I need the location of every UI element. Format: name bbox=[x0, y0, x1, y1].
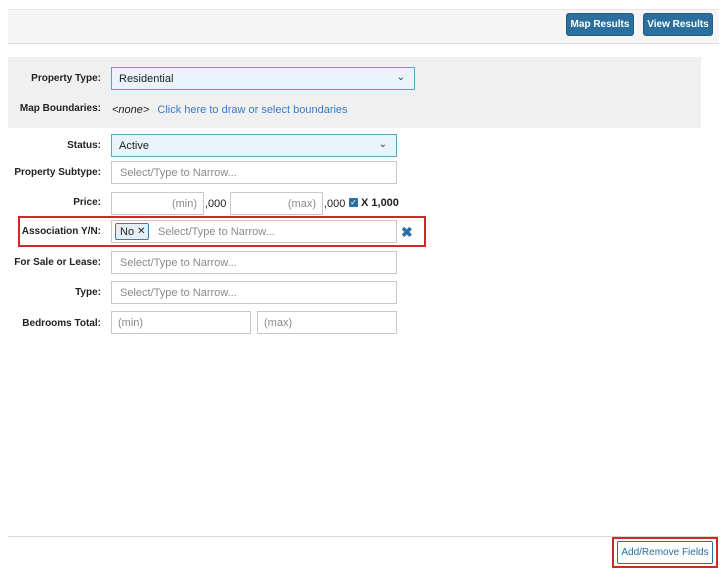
bedrooms-total-label: Bedrooms Total: bbox=[22, 318, 101, 329]
association-label: Association Y/N: bbox=[21, 226, 101, 237]
price-min-input[interactable]: (min) bbox=[111, 192, 204, 215]
association-chip[interactable]: No ✕ bbox=[115, 223, 149, 240]
clear-selection-icon[interactable]: ✖ bbox=[401, 225, 413, 239]
price-max-input[interactable]: (max) bbox=[230, 192, 323, 215]
map-results-button[interactable]: Map Results bbox=[566, 13, 634, 36]
chip-remove-icon[interactable]: ✕ bbox=[137, 226, 145, 237]
type-placeholder: Select/Type to Narrow... bbox=[120, 286, 237, 299]
multiplier-label: X 1,000 bbox=[361, 197, 399, 209]
status-label: Status: bbox=[67, 140, 101, 151]
for-sale-or-lease-label: For Sale or Lease: bbox=[14, 257, 101, 268]
multiplier-checkbox[interactable]: ✓ bbox=[349, 198, 358, 207]
draw-boundaries-link[interactable]: Click here to draw or select boundaries bbox=[157, 104, 347, 116]
association-chip-label: No bbox=[120, 225, 135, 238]
bedrooms-min-input[interactable]: (min) bbox=[111, 311, 251, 334]
bedrooms-max-placeholder: (max) bbox=[264, 316, 293, 329]
property-subtype-placeholder: Select/Type to Narrow... bbox=[120, 166, 237, 179]
status-select[interactable]: Active ⌄ bbox=[111, 134, 397, 157]
status-value: Active bbox=[119, 139, 149, 152]
chevron-down-icon: ⌄ bbox=[396, 72, 405, 83]
property-type-select[interactable]: Residential ⌄ bbox=[111, 67, 415, 90]
price-label: Price: bbox=[73, 197, 101, 208]
for-sale-or-lease-placeholder: Select/Type to Narrow... bbox=[120, 256, 237, 269]
map-boundaries-row: <none> Click here to draw or select boun… bbox=[112, 104, 348, 116]
property-subtype-input[interactable]: Select/Type to Narrow... bbox=[111, 161, 397, 184]
price-min-placeholder: (min) bbox=[171, 197, 197, 210]
for-sale-or-lease-input[interactable]: Select/Type to Narrow... bbox=[111, 251, 397, 274]
price-min-suffix: ,000 bbox=[205, 198, 227, 210]
price-max-placeholder: (max) bbox=[287, 197, 316, 210]
add-remove-fields-button[interactable]: Add/Remove Fields bbox=[617, 541, 713, 564]
bedrooms-max-input[interactable]: (max) bbox=[257, 311, 397, 334]
property-type-value: Residential bbox=[119, 72, 174, 85]
map-boundaries-value: <none> bbox=[112, 104, 150, 116]
view-results-button[interactable]: View Results bbox=[643, 13, 713, 36]
association-placeholder: Select/Type to Narrow... bbox=[158, 225, 275, 238]
property-type-label: Property Type: bbox=[31, 73, 101, 84]
property-subtype-label: Property Subtype: bbox=[14, 167, 101, 178]
type-label: Type: bbox=[75, 287, 101, 298]
association-input[interactable]: Select/Type to Narrow... bbox=[111, 220, 397, 243]
type-input[interactable]: Select/Type to Narrow... bbox=[111, 281, 397, 304]
price-max-suffix: ,000 bbox=[324, 198, 346, 210]
chevron-down-icon: ⌄ bbox=[378, 139, 387, 150]
bedrooms-min-placeholder: (min) bbox=[118, 316, 144, 329]
map-boundaries-label: Map Boundaries: bbox=[19, 103, 101, 114]
